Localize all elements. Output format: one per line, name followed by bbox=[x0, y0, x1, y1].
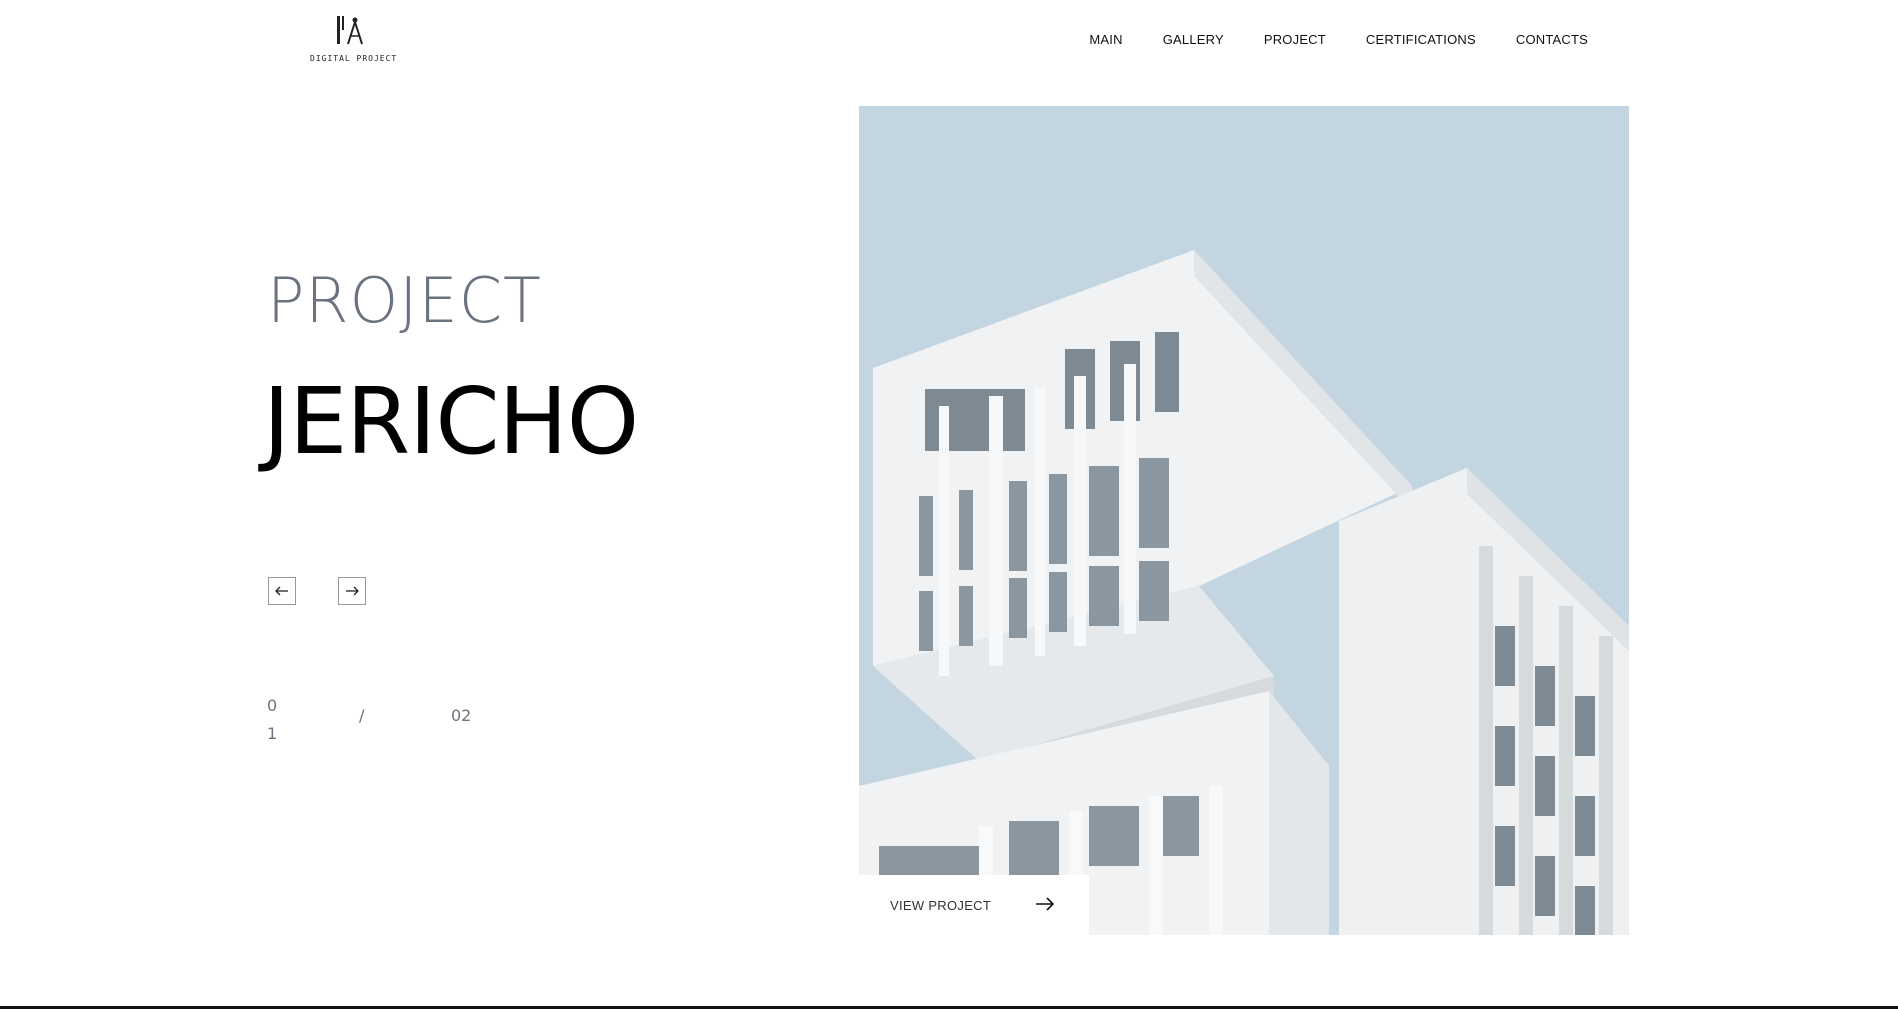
slide-counter-total: 02 bbox=[451, 706, 472, 725]
site-logo[interactable]: DIGITAL PROJECT bbox=[310, 14, 398, 68]
compass-logo-icon bbox=[337, 16, 363, 45]
main-nav: MAIN GALLERY PROJECT CERTIFICATIONS CONT… bbox=[1089, 32, 1588, 47]
nav-item-contacts[interactable]: CONTACTS bbox=[1516, 32, 1588, 47]
hero-image bbox=[859, 106, 1629, 935]
arrow-right-icon bbox=[1036, 897, 1055, 911]
nav-item-project[interactable]: PROJECT bbox=[1264, 32, 1326, 47]
arrow-right-icon bbox=[346, 586, 359, 596]
view-project-label: VIEW PROJECT bbox=[890, 897, 992, 913]
prev-slide-button[interactable] bbox=[268, 577, 296, 605]
next-slide-button[interactable] bbox=[338, 577, 366, 605]
hero-eyebrow: PROJECT bbox=[267, 264, 542, 337]
slide-counter-current: 01 bbox=[267, 696, 278, 743]
page: DIGITAL PROJECT MAIN GALLERY PROJECT CER… bbox=[0, 0, 1898, 1009]
slide-counter-separator: / bbox=[359, 706, 365, 725]
white-building-photo bbox=[859, 106, 1629, 935]
nav-item-main[interactable]: MAIN bbox=[1089, 32, 1122, 47]
nav-item-gallery[interactable]: GALLERY bbox=[1163, 32, 1224, 47]
arrow-left-icon bbox=[275, 586, 288, 596]
view-project-button[interactable]: VIEW PROJECT bbox=[859, 875, 1089, 935]
logo-text: DIGITAL PROJECT bbox=[310, 54, 398, 63]
hero-title: JERICHO bbox=[263, 368, 639, 475]
nav-item-certifications[interactable]: CERTIFICATIONS bbox=[1366, 32, 1476, 47]
